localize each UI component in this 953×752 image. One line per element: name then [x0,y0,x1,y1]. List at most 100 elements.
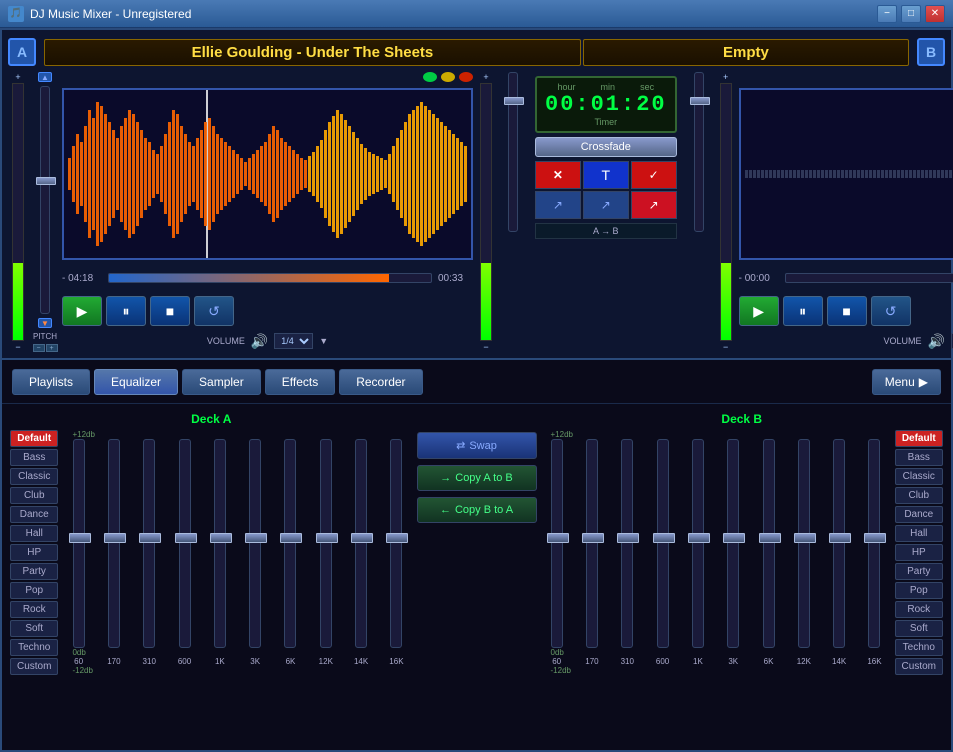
eq-slider-track[interactable] [179,439,191,648]
minimize-button[interactable]: − [877,5,897,23]
eq-slider-track[interactable] [586,439,598,648]
progress-bar-a[interactable] [108,273,432,283]
waveform-bar [809,170,812,178]
preset-custom-b[interactable]: Custom [895,658,943,675]
copy-ba-btn[interactable]: ← Copy B to A [417,497,537,523]
nav-recorder[interactable]: Recorder [339,369,422,395]
preset-party-a[interactable]: Party [10,563,58,580]
loop-btn-a[interactable]: ↺ [194,296,234,326]
eq-slider-track[interactable] [73,439,85,648]
preset-pop-b[interactable]: Pop [895,582,943,599]
eq-slider-track[interactable] [833,439,845,648]
eq-slider-track[interactable] [763,439,775,648]
eq-slider-track[interactable] [108,439,120,648]
progress-bar-b[interactable] [785,273,953,283]
preset-techno-a[interactable]: Techno [10,639,58,656]
eq-slider-col [204,439,236,648]
nav-sampler[interactable]: Sampler [182,369,261,395]
eq-slider-track[interactable] [621,439,633,648]
pitch-up-btn-a[interactable]: ▲ [38,72,52,82]
nav-effects[interactable]: Effects [265,369,335,395]
preset-bass-a[interactable]: Bass [10,449,58,466]
preset-hp-b[interactable]: HP [895,544,943,561]
eq-slider-track[interactable] [320,439,332,648]
mini-btn-yellow-a[interactable] [441,72,455,82]
preset-techno-b[interactable]: Techno [895,639,943,656]
waveform-bar [869,170,872,178]
cf-btn-t[interactable]: T [583,161,629,189]
eq-slider-track[interactable] [390,439,402,648]
pitch-track-a-left[interactable] [40,86,50,314]
eq-freqs-b: 601703106001K3K6K12K14K16K [541,657,891,666]
preset-default-b[interactable]: Default [895,430,943,447]
waveform-display-b[interactable] [739,88,953,260]
eq-slider-track[interactable] [214,439,226,648]
eq-slider-track[interactable] [143,439,155,648]
pitch-slider-a-left[interactable]: ▲ ▼ PITCH − + [31,72,59,352]
eq-slider-track[interactable] [657,439,669,648]
eq-slider-track[interactable] [798,439,810,648]
pause-btn-a[interactable]: ⏸ [106,296,146,326]
eq-slider-track[interactable] [692,439,704,648]
preset-dance-a[interactable]: Dance [10,506,58,523]
play-btn-a[interactable]: ▶ [62,296,102,326]
preset-party-b[interactable]: Party [895,563,943,580]
eq-slider-track[interactable] [551,439,563,648]
cf-btn-x[interactable]: ✕ [535,161,581,189]
preset-bass-b[interactable]: Bass [895,449,943,466]
eq-slider-track[interactable] [355,439,367,648]
pause-btn-b[interactable]: ⏸ [783,296,823,326]
pitch-minus-a[interactable]: − [33,344,45,352]
maximize-button[interactable]: □ [901,5,921,23]
vol-slider-b[interactable] [685,72,713,352]
eq-slider-track[interactable] [249,439,261,648]
waveform-bar [925,170,928,178]
preset-soft-a[interactable]: Soft [10,620,58,637]
pitch-down-btn-a[interactable]: ▼ [38,318,52,328]
nav-playlists[interactable]: Playlists [12,369,90,395]
preset-default-a[interactable]: Default [10,430,58,447]
cf-btn-arrow3[interactable]: ↗ [631,191,677,219]
preset-hall-a[interactable]: Hall [10,525,58,542]
mini-btn-green-a[interactable] [423,72,437,82]
preset-rock-a[interactable]: Rock [10,601,58,618]
menu-btn[interactable]: Menu ▶ [872,369,941,395]
copy-ab-btn[interactable]: → Copy A to B [417,465,537,491]
stop-btn-a[interactable]: ■ [150,296,190,326]
close-button[interactable]: ✕ [925,5,945,23]
mini-btn-red-a[interactable] [459,72,473,82]
preset-classic-b[interactable]: Classic [895,468,943,485]
preset-custom-a[interactable]: Custom [10,658,58,675]
speed-select-a[interactable]: 1/41/23/41 [274,333,313,349]
preset-club-b[interactable]: Club [895,487,943,504]
preset-pop-a[interactable]: Pop [10,582,58,599]
preset-dance-b[interactable]: Dance [895,506,943,523]
waveform-bar [300,158,303,190]
waveform-bar [108,122,111,226]
stop-btn-b[interactable]: ■ [827,296,867,326]
preset-hp-a[interactable]: HP [10,544,58,561]
waveform-bar [861,170,864,178]
loop-btn-b[interactable]: ↺ [871,296,911,326]
preset-soft-b[interactable]: Soft [895,620,943,637]
pitch-plus-a[interactable]: + [46,344,58,352]
swap-btn[interactable]: ⇄ Swap [417,432,537,459]
eq-slider-track[interactable] [868,439,880,648]
waveform-display-a[interactable] [62,88,473,260]
cf-btn-arrow2[interactable]: ↗ [583,191,629,219]
preset-classic-a[interactable]: Classic [10,468,58,485]
deck-b-eq-content: +12db 0db 601703106001K3K6K12K14K16K -12… [541,430,944,675]
eq-slider-track[interactable] [727,439,739,648]
preset-hall-b[interactable]: Hall [895,525,943,542]
cf-btn-arrow1[interactable]: ↗ [535,191,581,219]
preset-rock-b[interactable]: Rock [895,601,943,618]
vol-slider-a[interactable] [499,72,527,352]
preset-club-a[interactable]: Club [10,487,58,504]
play-btn-b[interactable]: ▶ [739,296,779,326]
vol-track-b[interactable] [694,72,704,232]
crossfade-btn[interactable]: Crossfade [535,137,677,157]
nav-equalizer[interactable]: Equalizer [94,369,178,395]
eq-slider-track[interactable] [284,439,296,648]
vol-track-a[interactable] [508,72,518,232]
cf-btn-check[interactable]: ✓ [631,161,677,189]
